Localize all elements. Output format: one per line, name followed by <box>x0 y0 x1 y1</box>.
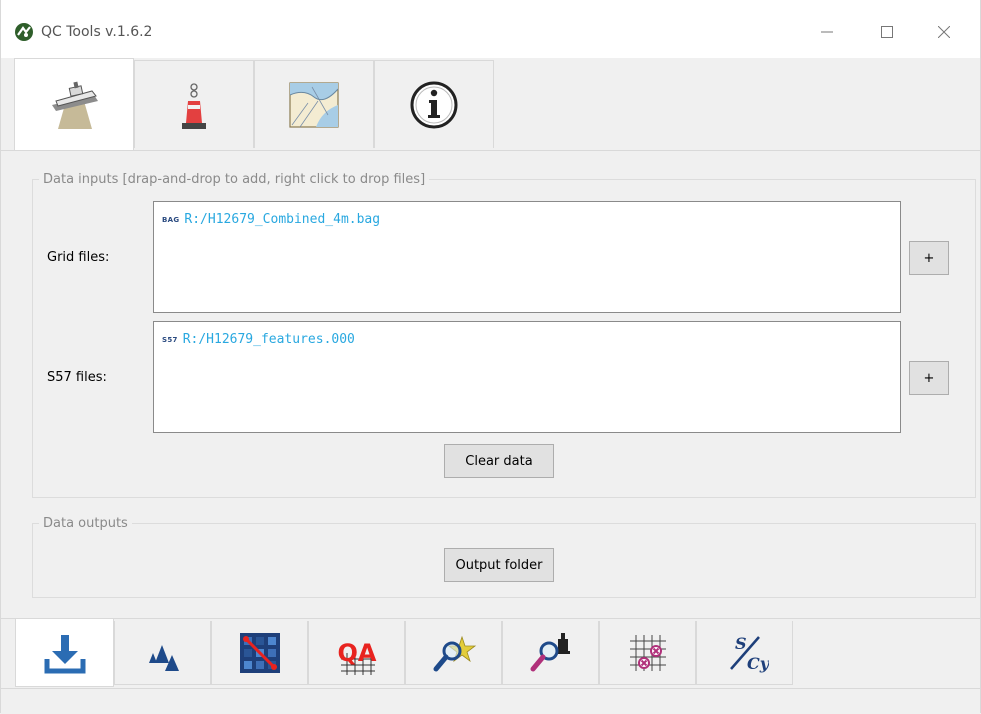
grid-qa-icon <box>239 632 280 673</box>
list-item[interactable]: S57 R:/H12679_features.000 <box>162 332 355 347</box>
maximize-button[interactable] <box>864 14 910 50</box>
s57-files-label: S57 files: <box>47 370 107 385</box>
data-inputs-legend: Data inputs [drap-and-drop to add, right… <box>43 172 426 187</box>
add-s57-file-button[interactable]: + <box>909 361 949 395</box>
grid-file-path: R:/H12679_Combined_4m.bag <box>184 212 381 227</box>
data-outputs-legend: Data outputs <box>43 516 128 531</box>
title-bar[interactable]: QC Tools v.1.6.2 <box>1 0 980 58</box>
sounding-cy-icon: S Cy <box>729 634 769 673</box>
minimize-icon <box>821 31 833 33</box>
tab-info[interactable] <box>374 60 494 148</box>
surface-peaks-icon <box>148 644 179 671</box>
main-tab-bar <box>1 58 980 151</box>
nautical-chart-icon <box>289 81 339 128</box>
tab-designated-soundings[interactable] <box>502 621 599 685</box>
content-panel: Data inputs [drap-and-drop to add, right… <box>11 152 978 612</box>
feature-scan-icon <box>433 635 476 671</box>
survey-vessel-icon <box>52 81 98 129</box>
tab-chart[interactable] <box>254 60 374 148</box>
tab-surface[interactable] <box>114 621 211 685</box>
s57-file-path: R:/H12679_features.000 <box>182 332 355 347</box>
qa-text: QA <box>337 639 376 667</box>
tab-qa[interactable]: QA <box>308 621 405 685</box>
list-item[interactable]: BAG R:/H12679_Combined_4m.bag <box>162 212 380 227</box>
status-bar <box>1 688 980 714</box>
clear-data-button[interactable]: Clear data <box>444 444 554 478</box>
tab-survey[interactable] <box>14 58 134 150</box>
tab-import[interactable] <box>15 619 114 687</box>
tab-sounding-cy[interactable]: S Cy <box>696 621 793 685</box>
bag-file-icon: BAG <box>162 215 180 224</box>
close-button[interactable] <box>921 14 967 50</box>
qctools-logo-icon <box>15 23 33 41</box>
window-title: QC Tools v.1.6.2 <box>41 24 153 40</box>
qc-tools-window: QC Tools v.1.6.2 Data inputs [drap-and-d… <box>0 0 981 714</box>
minimize-button[interactable] <box>804 14 850 50</box>
info-icon <box>410 81 458 128</box>
valsou-check-icon <box>629 634 666 671</box>
grid-files-label: Grid files: <box>47 250 110 265</box>
tool-tab-bar: QA S Cy <box>1 618 980 689</box>
s57-files-list[interactable]: S57 R:/H12679_features.000 <box>153 321 901 433</box>
tab-valsou-check[interactable] <box>599 621 696 685</box>
tab-feature-scan[interactable] <box>405 621 502 685</box>
maximize-icon <box>881 26 893 38</box>
s57-file-icon: S57 <box>162 335 178 344</box>
grid-files-list[interactable]: BAG R:/H12679_Combined_4m.bag <box>153 201 901 313</box>
tab-grid-qa[interactable] <box>211 621 308 685</box>
buoy-icon <box>182 82 206 129</box>
qa-grid-icon: QA <box>337 639 376 675</box>
output-folder-button[interactable]: Output folder <box>444 548 554 582</box>
sounding-cy-text: Cy <box>747 654 769 673</box>
designated-soundings-icon <box>530 632 570 671</box>
download-icon <box>44 634 85 673</box>
close-icon <box>938 26 950 38</box>
tab-buoy[interactable] <box>134 60 254 148</box>
add-grid-file-button[interactable]: + <box>909 241 949 275</box>
sounding-s-text: S <box>735 634 747 653</box>
